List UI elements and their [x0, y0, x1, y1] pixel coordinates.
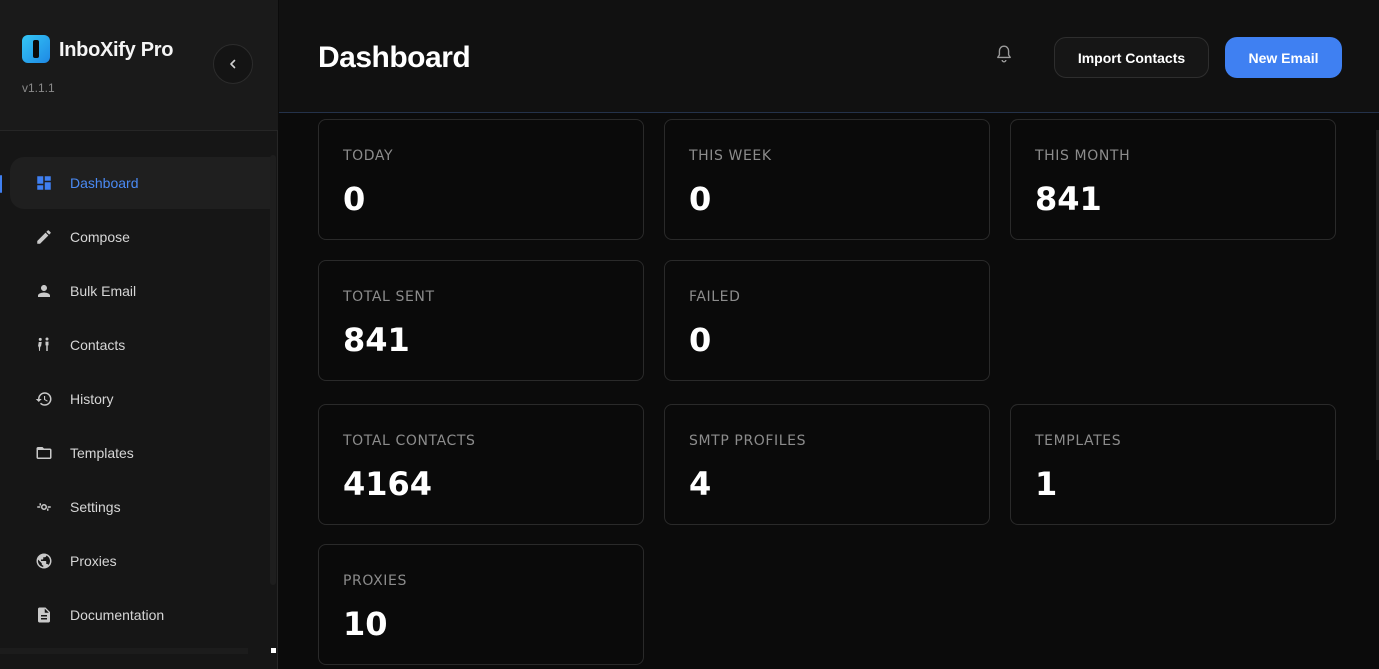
sidebar-item-compose[interactable]: Compose — [0, 211, 278, 263]
stat-card-this-month: THIS MONTH 841 — [1010, 119, 1336, 240]
sidebar-item-label: Templates — [70, 445, 134, 461]
stat-label: FAILED — [689, 289, 741, 305]
sidebar-nav: Dashboard Compose Bulk Email Contacts Hi… — [0, 157, 278, 643]
people-icon — [34, 335, 54, 355]
pencil-icon — [34, 227, 54, 247]
sidebar-item-label: Dashboard — [70, 175, 139, 191]
stat-label: TOTAL CONTACTS — [343, 433, 476, 449]
sidebar-item-dashboard[interactable]: Dashboard — [0, 157, 272, 209]
stat-card-failed: FAILED 0 — [664, 260, 990, 381]
stat-card-total-contacts: TOTAL CONTACTS 4164 — [318, 404, 644, 525]
document-icon — [34, 605, 54, 625]
sidebar-item-bulk-email[interactable]: Bulk Email — [0, 265, 278, 317]
settings-icon — [34, 497, 54, 517]
sidebar-scrollbar[interactable] — [270, 155, 276, 585]
dashboard-content: TODAY 0 THIS WEEK 0 THIS MONTH 841 TOTAL… — [279, 114, 1379, 669]
dashboard-icon — [34, 173, 54, 193]
stat-value: 0 — [343, 180, 366, 218]
stat-card-today: TODAY 0 — [318, 119, 644, 240]
stat-label: SMTP PROFILES — [689, 433, 807, 449]
sidebar-item-contacts[interactable]: Contacts — [0, 319, 278, 371]
stat-card-proxies: PROXIES 10 — [318, 544, 644, 665]
import-contacts-button[interactable]: Import Contacts — [1054, 37, 1209, 78]
app-window: InboXify Pro v1.1.1 Dashboard Compose Bu… — [0, 0, 1379, 669]
sidebar-item-label: Settings — [70, 499, 121, 515]
sidebar-item-settings[interactable]: Settings — [0, 481, 278, 533]
stat-value: 841 — [343, 321, 410, 359]
stat-value: 1 — [1035, 465, 1058, 503]
stat-card-this-week: THIS WEEK 0 — [664, 119, 990, 240]
globe-icon — [34, 551, 54, 571]
brand-area: InboXify Pro v1.1.1 — [0, 0, 278, 131]
sidebar: InboXify Pro v1.1.1 Dashboard Compose Bu… — [0, 0, 278, 669]
sidebar-item-documentation[interactable]: Documentation — [0, 589, 278, 641]
bell-icon[interactable] — [993, 43, 1015, 65]
sidebar-item-proxies[interactable]: Proxies — [0, 535, 278, 587]
folder-icon — [34, 443, 54, 463]
chevron-left-icon — [230, 59, 236, 69]
new-email-button[interactable]: New Email — [1225, 37, 1342, 78]
app-logo-icon — [22, 35, 50, 63]
stat-label: PROXIES — [343, 573, 407, 589]
sidebar-item-label: Compose — [70, 229, 130, 245]
sidebar-horizontal-scrollbar[interactable] — [0, 648, 248, 654]
stat-value: 841 — [1035, 180, 1102, 218]
sidebar-item-templates[interactable]: Templates — [0, 427, 278, 479]
app-name: InboXify Pro — [59, 39, 174, 61]
sidebar-item-label: Proxies — [70, 553, 117, 569]
stat-value: 10 — [343, 605, 388, 643]
app-version: v1.1.1 — [22, 81, 55, 95]
stat-label: THIS WEEK — [689, 148, 772, 164]
stat-value: 0 — [689, 321, 712, 359]
sidebar-item-label: Documentation — [70, 607, 165, 623]
sidebar-item-label: Contacts — [70, 337, 126, 353]
collapse-sidebar-button[interactable] — [213, 44, 253, 84]
page-title: Dashboard — [318, 41, 471, 74]
stat-label: TEMPLATES — [1035, 433, 1122, 449]
stat-label: TODAY — [343, 148, 394, 164]
person-icon — [34, 281, 54, 301]
stat-card-templates: TEMPLATES 1 — [1010, 404, 1336, 525]
stat-value: 4164 — [343, 465, 433, 503]
top-header: Dashboard Import Contacts New Email — [279, 0, 1379, 113]
sidebar-item-label: History — [70, 391, 114, 407]
history-icon — [34, 389, 54, 409]
stat-label: TOTAL SENT — [343, 289, 435, 305]
stat-card-smtp-profiles: SMTP PROFILES 4 — [664, 404, 990, 525]
stat-value: 0 — [689, 180, 712, 218]
stat-value: 4 — [689, 465, 712, 503]
stat-label: THIS MONTH — [1035, 148, 1131, 164]
resize-corner — [271, 648, 276, 653]
sidebar-item-history[interactable]: History — [0, 373, 278, 425]
stat-card-total-sent: TOTAL SENT 841 — [318, 260, 644, 381]
sidebar-item-label: Bulk Email — [70, 283, 137, 299]
